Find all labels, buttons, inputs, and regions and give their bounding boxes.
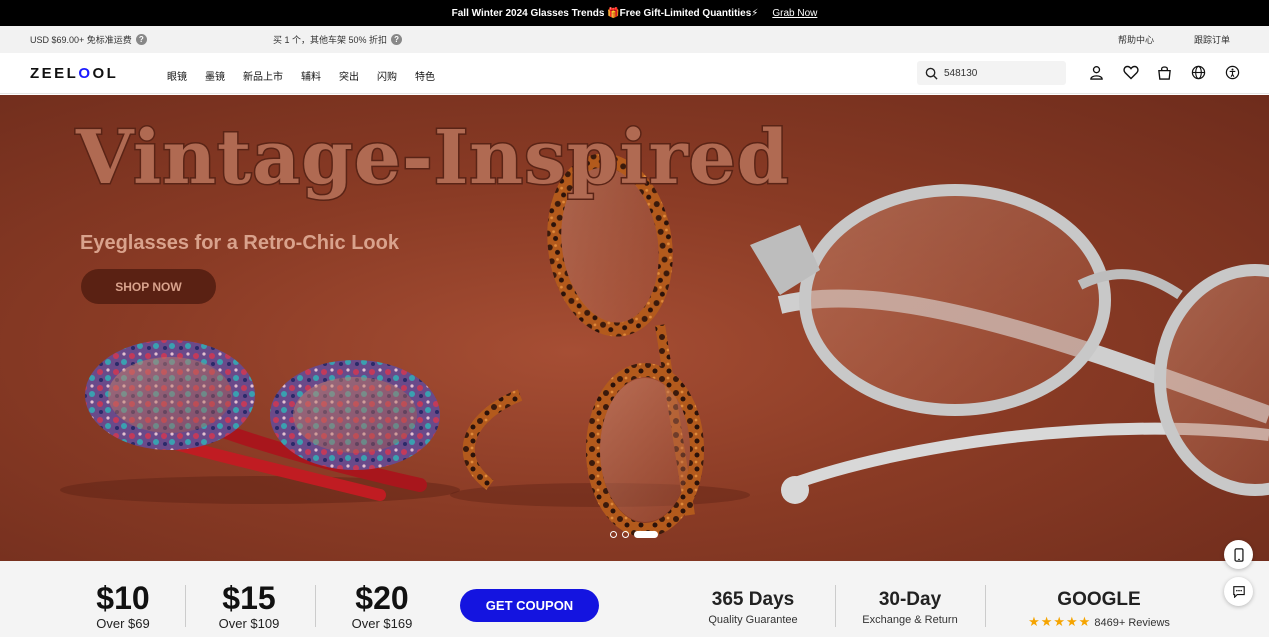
feature-title: 365 Days	[711, 589, 795, 610]
divider	[985, 585, 986, 627]
main-header: ZEELOOL 眼镜 墨镜 新品上市 辅料 突出 闪购 特色	[0, 53, 1269, 94]
feature-quality: 365 Days Quality Guarantee	[695, 589, 811, 626]
nav-item-featured[interactable]: 特色	[415, 68, 435, 83]
announcement-text: Fall Winter 2024 Glasses Trends 🎁Free Gi…	[451, 7, 759, 19]
coupon-amount: $10	[96, 580, 150, 616]
coupon-20: $20 Over $169	[345, 580, 419, 631]
feature-google-reviews[interactable]: GOOGLE ★★★★★ 8469+ Reviews	[1010, 589, 1188, 630]
nav-item-new-arrivals[interactable]: 新品上市	[243, 68, 283, 83]
carousel-dot-active[interactable]	[634, 531, 658, 538]
utility-bar: USD $69.00+ 免标准运费 ? 买 1 个，其他车架 50% 折扣 ? …	[0, 26, 1269, 53]
help-circle-icon[interactable]: ?	[135, 34, 147, 45]
hero-banner[interactable]: Vintage-Inspired Eyeglasses for a Retro-…	[0, 95, 1269, 561]
carousel-dot[interactable]	[622, 531, 629, 538]
divider	[835, 585, 836, 627]
hero-subtitle: Eyeglasses for a Retro-Chic Look	[80, 232, 399, 254]
logo[interactable]: ZEELOOL	[30, 65, 118, 82]
feature-title: GOOGLE	[1057, 589, 1141, 610]
coupon-threshold: Over $69	[96, 616, 150, 631]
accessibility-icon[interactable]	[1224, 64, 1241, 81]
coupon-15: $15 Over $109	[212, 580, 286, 631]
announcement-bar: Fall Winter 2024 Glasses Trends 🎁Free Gi…	[0, 0, 1269, 26]
grab-now-link[interactable]: Grab Now	[772, 8, 817, 19]
search-input[interactable]	[944, 67, 1054, 79]
coupon-amount: $20	[355, 580, 409, 616]
hero-title: Vintage-Inspired	[74, 114, 790, 203]
nav-item-highlights[interactable]: 突出	[339, 68, 359, 83]
feature-title: 30-Day	[878, 589, 942, 610]
main-nav: 眼镜 墨镜 新品上市 辅料 突出 闪购 特色	[167, 68, 453, 83]
nav-item-accessories[interactable]: 辅料	[301, 68, 321, 83]
search-box[interactable]	[917, 61, 1066, 85]
feature-subtitle: ★★★★★ 8469+ Reviews	[1010, 614, 1188, 630]
rating-stars-icon: ★★★★★	[1028, 614, 1092, 629]
shop-now-button[interactable]: SHOP NOW	[81, 269, 216, 304]
mobile-app-button[interactable]	[1224, 540, 1253, 569]
globe-icon[interactable]	[1190, 64, 1207, 81]
heart-icon[interactable]	[1122, 64, 1139, 81]
shipping-info: USD $69.00+ 免标准运费 ?	[30, 33, 147, 46]
user-icon[interactable]	[1088, 64, 1105, 81]
divider	[185, 585, 186, 627]
chat-button[interactable]	[1224, 577, 1253, 606]
coupon-threshold: Over $109	[218, 616, 280, 631]
phone-icon	[1233, 547, 1244, 562]
coupon-amount: $15	[222, 580, 276, 616]
header-icons	[1088, 64, 1241, 81]
track-order-link[interactable]: 跟踪订单	[1194, 33, 1230, 46]
carousel-dots	[610, 531, 658, 538]
nav-item-sunglasses[interactable]: 墨镜	[205, 68, 225, 83]
help-circle-icon[interactable]: ?	[391, 34, 403, 45]
help-center-link[interactable]: 帮助中心	[1118, 33, 1154, 46]
promo-strip: $10 Over $69 $15 Over $109 $20 Over $169…	[0, 561, 1269, 637]
coupon-threshold: Over $169	[351, 616, 413, 631]
feature-exchange: 30-Day Exchange & Return	[850, 589, 970, 626]
search-icon	[925, 67, 938, 80]
nav-item-eyeglasses[interactable]: 眼镜	[167, 68, 187, 83]
promo-info: 买 1 个，其他车架 50% 折扣 ?	[273, 33, 403, 46]
feature-subtitle: Quality Guarantee	[708, 614, 798, 626]
chat-icon	[1232, 586, 1245, 598]
divider	[315, 585, 316, 627]
promo-text: 买 1 个，其他车架 50% 折扣	[273, 35, 388, 45]
shipping-text: USD $69.00+ 免标准运费	[30, 35, 132, 45]
feature-subtitle: Exchange & Return	[862, 614, 958, 626]
coupon-10: $10 Over $69	[91, 580, 155, 631]
nav-item-flash-sale[interactable]: 闪购	[377, 68, 397, 83]
review-count: 8469+ Reviews	[1094, 617, 1170, 629]
carousel-dot[interactable]	[610, 531, 617, 538]
get-coupon-button[interactable]: GET COUPON	[460, 589, 599, 622]
bag-icon[interactable]	[1156, 64, 1173, 81]
